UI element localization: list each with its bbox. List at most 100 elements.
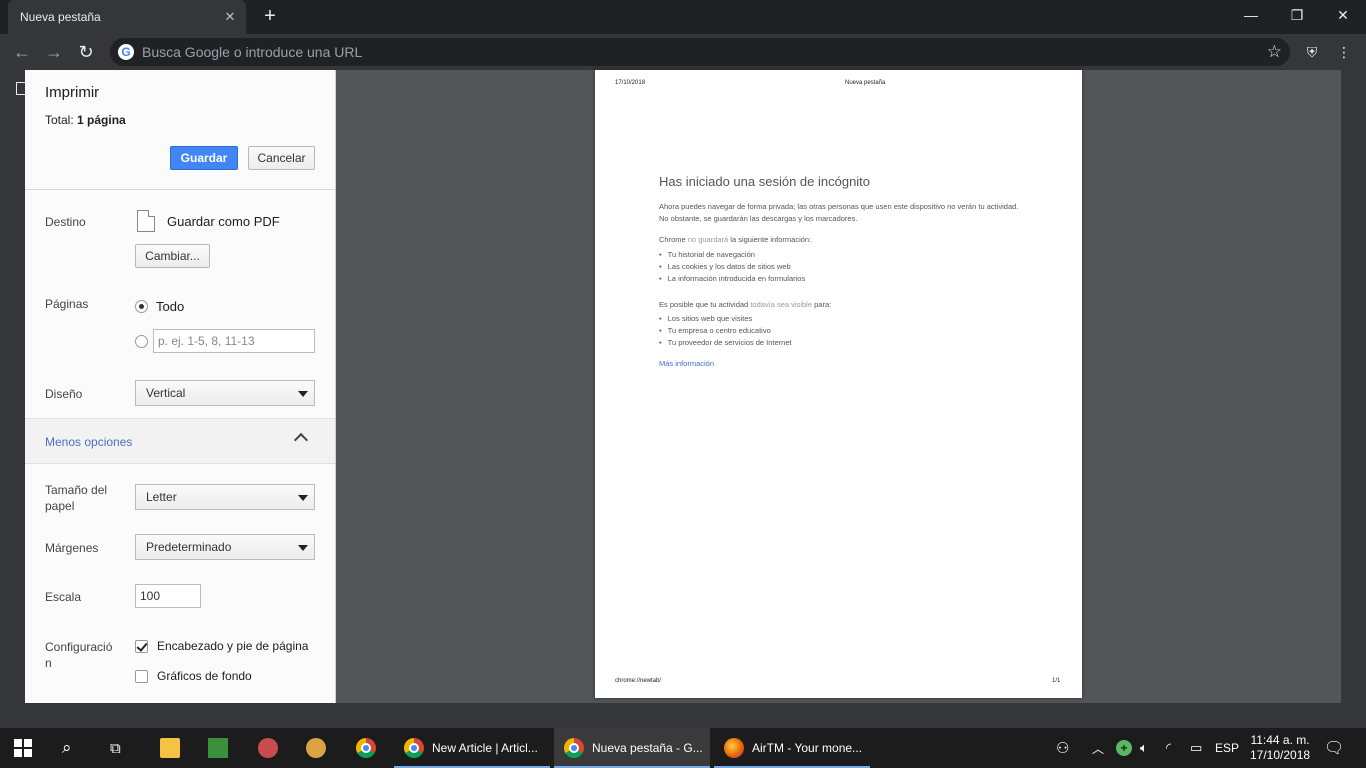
taskbar-item-airtm[interactable]: AirTM - Your mone... — [714, 728, 870, 768]
save-button[interactable]: Guardar — [170, 146, 238, 170]
spreadsheet-app-icon[interactable] — [208, 738, 228, 758]
cancel-button[interactable]: Cancelar — [248, 146, 315, 170]
preview-heading: Has iniciado una sesión de incógnito — [659, 174, 871, 189]
chrome-icon — [564, 738, 584, 758]
close-tab-icon[interactable]: ✕ — [222, 9, 238, 25]
preview-intro: Ahora puedes navegar de forma privada; l… — [659, 202, 1019, 223]
change-destination-button[interactable]: Cambiar... — [135, 244, 210, 268]
list-item: Tu empresa o centro educativo — [659, 325, 792, 337]
settings-label: Configuración — [45, 640, 113, 670]
less-options-toggle[interactable]: Menos opciones — [25, 418, 335, 464]
destination-value: Guardar como PDF — [167, 214, 280, 229]
destination-label: Destino — [45, 215, 86, 229]
preview-visible-line: Es posible que tu actividad todavía sea … — [659, 299, 1019, 311]
layout-value: Vertical — [146, 386, 186, 400]
tab-title: Nueva pestaña — [20, 10, 101, 24]
scale-input[interactable] — [135, 584, 201, 608]
tab-nueva-pestana[interactable]: Nueva pestaña ✕ — [8, 0, 246, 34]
total-value: 1 página — [77, 113, 126, 127]
taskbar-item-label: AirTM - Your mone... — [752, 741, 863, 755]
total-prefix: Total: — [45, 113, 78, 127]
forward-icon[interactable]: → — [42, 40, 66, 64]
taskbar-item-label: Nueva pestaña - G... — [592, 741, 703, 755]
search-icon[interactable]: ⌕ — [62, 728, 72, 768]
list-item: Tu historial de navegación — [659, 249, 805, 261]
preview-chrome-line: Chrome no guardará la siguiente informac… — [659, 234, 1019, 246]
paint-app-icon[interactable] — [258, 738, 278, 758]
chevron-up-icon[interactable]: ︿ — [1092, 728, 1104, 768]
clock-date: 17/10/2018 — [1250, 748, 1311, 762]
preview-chrome-suffix: la siguiente información: — [728, 235, 812, 244]
header-footer-label: Encabezado y pie de página — [157, 639, 309, 653]
list-item: La información introducida en formulario… — [659, 273, 806, 285]
bookmark-star-icon[interactable]: ☆ — [1267, 42, 1282, 62]
paper-size-select[interactable]: Letter — [135, 484, 315, 510]
people-icon[interactable]: ⚇ — [1056, 728, 1069, 768]
pages-label: Páginas — [45, 297, 89, 311]
menu-icon[interactable]: ⋮ — [1334, 42, 1354, 62]
wifi-icon[interactable]: ◜ — [1166, 728, 1171, 768]
google-icon: G — [118, 44, 134, 60]
chevron-up-icon — [293, 432, 309, 448]
incognito-icon[interactable]: ⛨ — [1302, 42, 1322, 62]
preview-footer-url: chrome://newtab/ — [615, 678, 662, 684]
dropdown-arrow-icon — [298, 495, 308, 501]
scale-label: Escala — [45, 590, 82, 604]
preview-more-info-link: Más información — [659, 359, 715, 368]
add-icon[interactable]: + — [1116, 728, 1132, 768]
print-settings-panel: Imprimir Total: 1 página Guardar Cancela… — [25, 70, 336, 703]
paper-size-label: Tamaño del papel — [45, 483, 108, 513]
task-view-icon[interactable]: ⧉ — [110, 728, 121, 768]
back-icon[interactable]: ← — [10, 40, 34, 64]
language-indicator[interactable]: ESP — [1215, 728, 1239, 768]
list-item: Las cookies y los datos de sitios web — [659, 261, 805, 273]
margins-label: Márgenes — [45, 541, 99, 555]
omnibox-placeholder: Busca Google o introduce una URL — [142, 44, 363, 60]
preview-header-title: Nueva pestaña — [845, 80, 886, 86]
list-item: Los sitios web que visites — [659, 313, 792, 325]
layout-select[interactable]: Vertical — [135, 380, 315, 406]
dropdown-arrow-icon — [298, 391, 308, 397]
less-options-label: Menos opciones — [45, 435, 133, 449]
action-center-icon[interactable]: 🗨︎ — [1324, 728, 1344, 768]
taskbar-item-label: New Article | Articl... — [432, 741, 538, 755]
notification-message-icon[interactable]: ▭ — [1190, 728, 1202, 768]
layout-label: Diseño — [45, 387, 83, 401]
taskbar-item-nueva-pestana[interactable]: Nueva pestaña - G... — [554, 728, 710, 768]
taskbar-item-new-article[interactable]: New Article | Articl... — [394, 728, 550, 768]
print-dialog: Imprimir Total: 1 página Guardar Cancela… — [25, 70, 1341, 703]
print-title: Imprimir — [45, 84, 100, 101]
clock-time: 11:44 a. m. — [1250, 733, 1310, 747]
file-explorer-icon[interactable] — [160, 738, 180, 758]
print-preview-page: 17/10/2018 Nueva pestaña Has iniciado un… — [595, 70, 1082, 698]
preview-chrome-muted: no guardará — [687, 235, 729, 244]
browser-toolbar: ← → ↻ G Busca Google o introduce una URL… — [0, 34, 1366, 70]
volume-icon[interactable]: 🔈︎ — [1140, 728, 1148, 768]
background-graphics-checkbox[interactable] — [135, 670, 148, 683]
pages-custom-radio[interactable] — [135, 335, 148, 348]
preview-visible-prefix: Es posible que tu actividad — [659, 300, 751, 309]
omnibox[interactable]: G Busca Google o introduce una URL ☆ — [110, 38, 1290, 66]
clock[interactable]: 11:44 a. m. 17/10/2018 — [1250, 728, 1310, 768]
restore-icon[interactable]: ❐ — [1274, 0, 1320, 30]
paper-size-value: Letter — [146, 490, 177, 504]
preview-header-date: 17/10/2018 — [615, 80, 646, 86]
divider — [25, 189, 335, 190]
preview-visible-list: Los sitios web que visites Tu empresa o … — [659, 313, 792, 349]
taskbar: ⌕ ⧉ New Article | Articl... Nueva pestañ… — [0, 728, 1366, 768]
chrome-icon[interactable] — [356, 738, 376, 758]
pages-custom-input[interactable] — [153, 329, 315, 353]
minimize-icon[interactable]: — — [1228, 0, 1274, 30]
new-tab-button[interactable]: + — [258, 5, 282, 29]
paint-3d-icon[interactable] — [306, 738, 326, 758]
background-graphics-label: Gráficos de fondo — [157, 669, 252, 683]
pdf-file-icon — [137, 210, 155, 232]
margins-select[interactable]: Predeterminado — [135, 534, 315, 560]
pages-all-radio[interactable] — [135, 300, 148, 313]
close-window-icon[interactable]: ✕ — [1320, 0, 1366, 30]
reload-icon[interactable]: ↻ — [74, 40, 98, 64]
dropdown-arrow-icon — [298, 545, 308, 551]
header-footer-checkbox[interactable] — [135, 640, 148, 653]
preview-footer-page: 1/1 — [1052, 678, 1061, 684]
windows-start-icon[interactable] — [14, 728, 32, 768]
